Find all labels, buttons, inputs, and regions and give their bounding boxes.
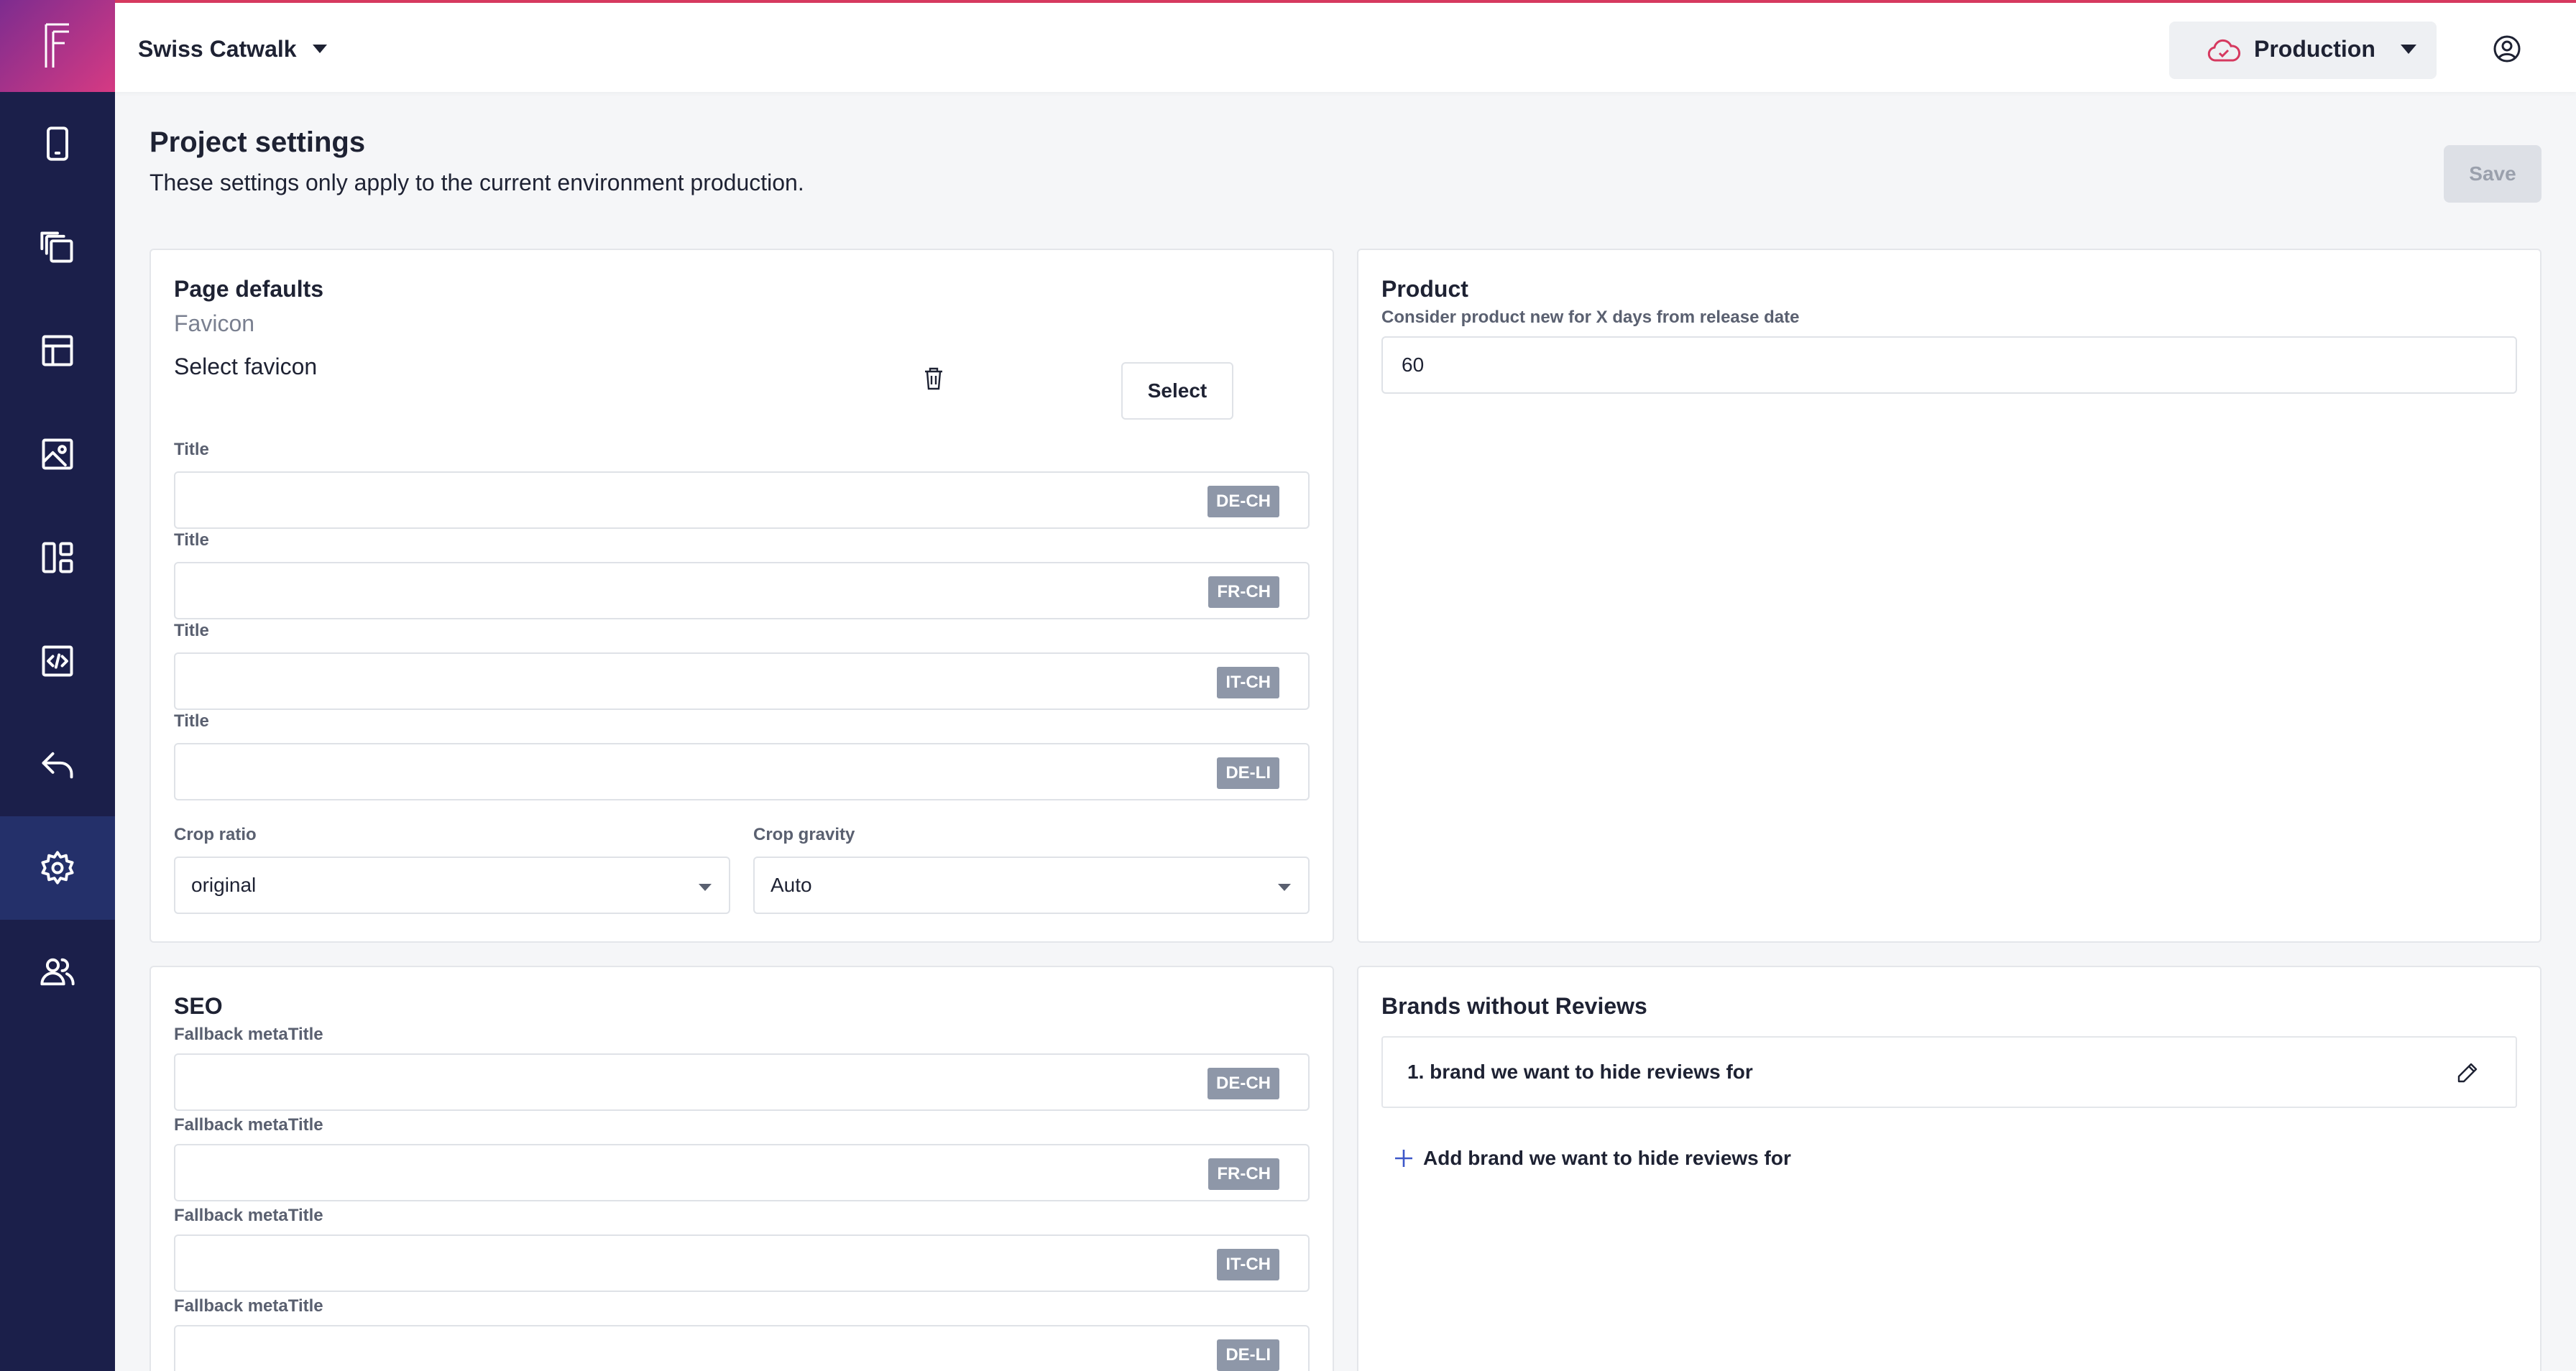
locale-badge: DE-CH — [1208, 486, 1279, 517]
page-defaults-card: Page defaults Favicon Select favicon Sel… — [150, 249, 1334, 943]
sidebar-item-dashboard[interactable] — [0, 506, 115, 609]
new-days-value: 60 — [1402, 354, 1425, 376]
logo-icon — [45, 23, 69, 68]
pencil-icon[interactable] — [2455, 1061, 2480, 1085]
sidebar-item-devices[interactable] — [0, 92, 115, 195]
locale-badge: FR-CH — [1208, 576, 1279, 608]
title-field-fr-ch[interactable]: FR-CH — [174, 562, 1310, 619]
user-account-icon[interactable] — [2490, 32, 2524, 66]
layout-icon — [42, 335, 73, 366]
favicon-label: Favicon — [174, 310, 255, 336]
crop-ratio-select[interactable]: original — [174, 857, 730, 914]
crop-ratio-value: original — [191, 874, 257, 896]
sidebar — [0, 0, 115, 1371]
meta-title-field-de-li[interactable]: DE-LI — [174, 1325, 1310, 1371]
chevron-down-icon — [312, 45, 327, 53]
locale-badge: DE-LI — [1217, 1339, 1279, 1371]
chevron-down-icon — [699, 884, 712, 891]
sidebar-item-pages[interactable] — [0, 195, 115, 299]
sidebar-item-code[interactable] — [0, 609, 115, 713]
sidebar-item-layout[interactable] — [0, 299, 115, 402]
save-button[interactable]: Save — [2444, 145, 2542, 203]
project-name: Swiss Catwalk — [138, 35, 297, 62]
card-title: Product — [1381, 276, 1468, 302]
code-icon — [42, 645, 73, 677]
meta-title-field-it-ch[interactable]: IT-CH — [174, 1234, 1310, 1292]
trash-icon[interactable] — [923, 366, 944, 391]
fallback-meta-title-label: Fallback metaTitle — [174, 1025, 323, 1044]
fallback-meta-title-label: Fallback metaTitle — [174, 1115, 323, 1135]
meta-title-field-fr-ch[interactable]: FR-CH — [174, 1144, 1310, 1201]
product-card: Product Consider product new for X days … — [1357, 249, 2542, 943]
sidebar-item-users[interactable] — [0, 920, 115, 1023]
brand-item-label: 1. brand we want to hide reviews for — [1407, 1061, 1753, 1083]
meta-title-field-de-ch[interactable]: DE-CH — [174, 1053, 1310, 1111]
new-days-input[interactable]: 60 — [1381, 336, 2517, 394]
environment-label: Production — [2254, 36, 2375, 62]
crop-gravity-value: Auto — [770, 874, 812, 896]
title-field-de-li[interactable]: DE-LI — [174, 743, 1310, 800]
locale-badge: IT-CH — [1217, 1249, 1279, 1280]
title-field-de-ch[interactable]: DE-CH — [174, 471, 1310, 529]
fallback-meta-title-label: Fallback metaTitle — [174, 1296, 323, 1316]
card-title: SEO — [174, 993, 223, 1019]
locale-badge: IT-CH — [1217, 667, 1279, 698]
card-title: Brands without Reviews — [1381, 993, 1647, 1019]
media-icon — [42, 438, 73, 470]
users-icon — [40, 958, 75, 986]
fallback-meta-title-label: Fallback metaTitle — [174, 1206, 323, 1225]
page-title: Project settings — [150, 126, 366, 158]
chevron-down-icon — [2401, 45, 2416, 54]
plus-icon — [1395, 1150, 1412, 1167]
add-brand-button[interactable]: Add brand we want to hide reviews for — [1393, 1147, 1791, 1170]
cloud-icon — [2207, 39, 2240, 62]
add-brand-label: Add brand we want to hide reviews for — [1423, 1147, 1791, 1169]
list-item[interactable]: 1. brand we want to hide reviews for — [1381, 1036, 2517, 1108]
undo-icon — [42, 752, 73, 779]
settings-icon — [41, 851, 74, 885]
environment-switcher[interactable]: Production — [2169, 22, 2437, 79]
chevron-down-icon — [1278, 884, 1291, 891]
locale-badge: DE-LI — [1217, 757, 1279, 789]
crop-gravity-select[interactable]: Auto — [753, 857, 1310, 914]
dashboard-icon — [42, 542, 73, 573]
select-favicon-button[interactable]: Select — [1121, 362, 1233, 420]
seo-card: SEO Fallback metaTitle DE-CH Fallback me… — [150, 966, 1334, 1371]
title-label: Title — [174, 711, 209, 731]
brands-card: Brands without Reviews 1. brand we want … — [1357, 966, 2542, 1371]
project-switcher[interactable]: Swiss Catwalk — [138, 32, 327, 66]
crop-ratio-label: Crop ratio — [174, 825, 257, 844]
title-label: Title — [174, 621, 209, 640]
title-label: Title — [174, 530, 209, 550]
app-logo[interactable] — [0, 0, 115, 92]
select-favicon-text: Select favicon — [174, 354, 318, 379]
new-days-label: Consider product new for X days from rel… — [1381, 308, 1800, 327]
pages-icon — [40, 231, 73, 263]
sidebar-item-undo[interactable] — [0, 713, 115, 816]
sidebar-item-settings[interactable] — [0, 816, 115, 920]
title-label: Title — [174, 440, 209, 459]
crop-gravity-label: Crop gravity — [753, 825, 855, 844]
mobile-icon — [47, 126, 68, 161]
card-title: Page defaults — [174, 276, 324, 302]
locale-badge: DE-CH — [1208, 1068, 1279, 1099]
title-field-it-ch[interactable]: IT-CH — [174, 652, 1310, 710]
locale-badge: FR-CH — [1208, 1158, 1279, 1190]
page-subtitle: These settings only apply to the current… — [150, 170, 804, 195]
top-bar: Swiss Catwalk Production — [115, 0, 2576, 92]
sidebar-item-media[interactable] — [0, 402, 115, 506]
